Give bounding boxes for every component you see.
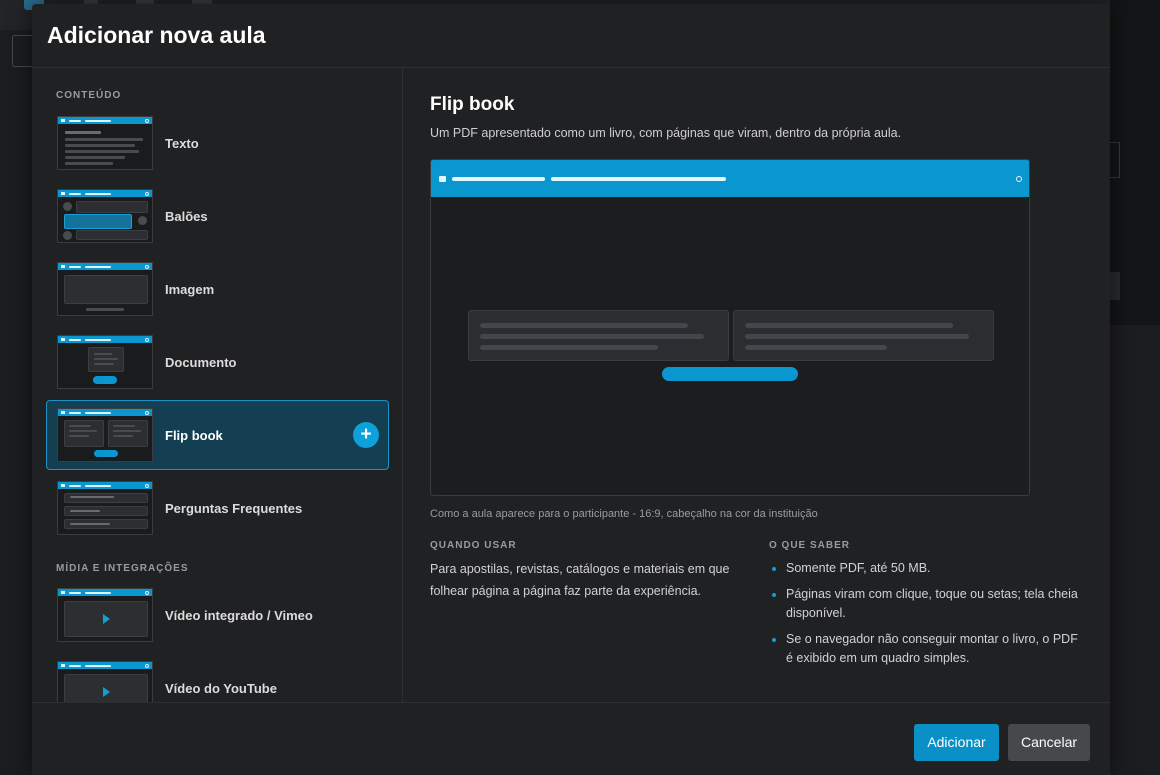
flipbook-thumbnail-icon [57,408,153,462]
lesson-type-label: Documento [165,354,237,370]
lesson-preview [430,159,1030,496]
lesson-type-label: Perguntas Frequentes [165,500,303,516]
list-item: Somente PDF, até 50 MB. [769,559,1087,578]
play-icon [103,687,110,697]
background-field [12,35,34,67]
lesson-type-label: Texto [165,135,199,151]
modal-header: Adicionar nova aula [32,4,1110,68]
add-plus-button[interactable]: + [353,422,379,448]
lesson-type-youtube[interactable]: Vídeo do YouTube [46,653,389,702]
faq-thumbnail-icon [57,481,153,535]
lesson-type-label: Flip book [165,427,223,443]
modal-footer: Adicionar Cancelar [32,702,1110,775]
when-to-use-heading: QUANDO USAR [430,540,517,551]
section-label-content: CONTEÚDO [56,90,122,101]
lesson-type-label: Balões [165,208,208,224]
youtube-thumbnail-icon [57,661,153,702]
detail-description: Um PDF apresentado como um livro, com pá… [430,126,902,140]
preview-caption: Como a aula aparece para o participante … [430,508,818,520]
text-thumbnail-icon [57,116,153,170]
list-item: Páginas viram com clique, toque ou setas… [769,585,1087,623]
list-item: Se o navegador não conseguir montar o li… [769,630,1087,668]
lesson-type-label: Vídeo do YouTube [165,680,277,696]
cancel-button[interactable]: Cancelar [1008,724,1090,761]
lesson-type-label: Vídeo integrado / Vimeo [165,607,313,623]
add-lesson-modal: Adicionar nova aula CONTEÚDO Texto Balõe… [32,4,1110,775]
lesson-type-faq[interactable]: Perguntas Frequentes [46,473,389,543]
vimeo-thumbnail-icon [57,588,153,642]
lesson-type-balloons[interactable]: Balões [46,181,389,251]
play-icon [103,614,110,624]
preview-right-page [733,310,994,361]
add-button[interactable]: Adicionar [914,724,999,761]
lesson-type-label: Imagem [165,281,215,297]
modal-title: Adicionar nova aula [47,22,266,48]
preview-header-bar [431,160,1029,197]
background-panel [1110,0,1160,325]
section-label-media: MÍDIA E INTEGRAÇÕES [56,563,189,574]
background-field [1110,272,1120,300]
document-thumbnail-icon [57,335,153,389]
lesson-type-document[interactable]: Documento [46,327,389,397]
lesson-type-flipbook[interactable]: Flip book + [46,400,389,470]
detail-title: Flip book [430,94,515,115]
balloons-thumbnail-icon [57,189,153,243]
preview-button [662,367,798,381]
background-field [1110,142,1120,178]
modal-body: CONTEÚDO Texto Balões Imagem Documento F… [32,68,1110,702]
what-to-know-heading: O QUE SABER [769,540,851,551]
when-to-use-text: Para apostilas, revistas, catálogos e ma… [430,562,730,598]
lesson-detail-panel: Flip book Um PDF apresentado como um liv… [430,68,1110,702]
lesson-type-sidebar[interactable]: CONTEÚDO Texto Balões Imagem Documento F… [32,68,403,702]
what-to-know-list: Somente PDF, até 50 MB. Páginas viram co… [769,559,1087,675]
lesson-type-vimeo[interactable]: Vídeo integrado / Vimeo [46,580,389,650]
preview-left-page [468,310,729,361]
lesson-type-text[interactable]: Texto [46,108,389,178]
lesson-type-image[interactable]: Imagem [46,254,389,324]
image-thumbnail-icon [57,262,153,316]
